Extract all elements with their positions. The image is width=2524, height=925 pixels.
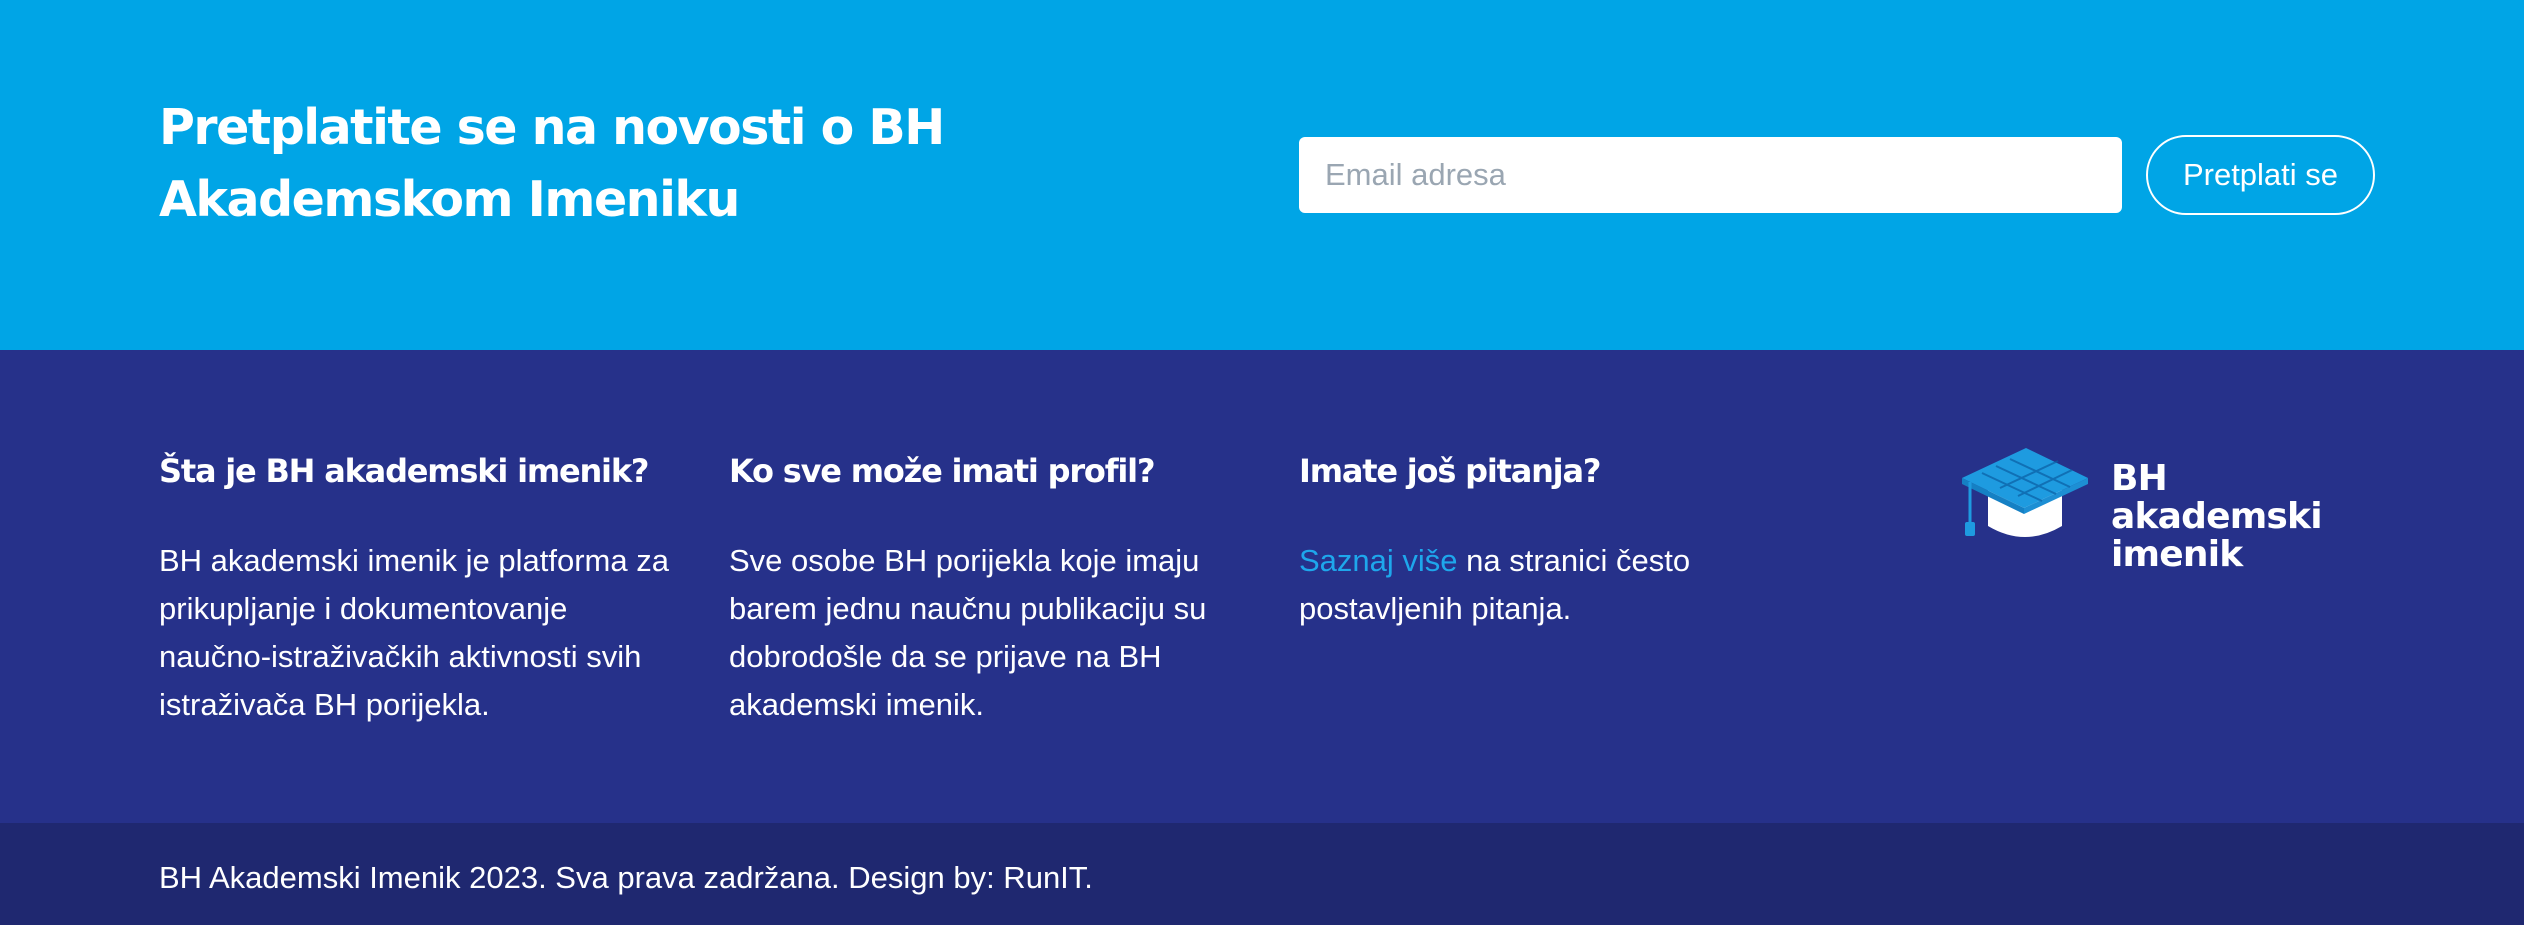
footer-text-questions: Saznaj više na stranici često postavljen… — [1299, 537, 1819, 633]
graduation-cap-icon — [1962, 448, 2088, 537]
faq-link[interactable]: Saznaj više — [1299, 543, 1458, 578]
footer-column-questions: Imate još pitanja? Saznaj više na strani… — [1299, 450, 1819, 633]
email-input[interactable] — [1299, 137, 2122, 213]
footer-column-about: Šta je BH akademski imenik? BH akademski… — [159, 450, 679, 729]
logo-text: BH akademski imenik — [2111, 460, 2380, 574]
footer-heading-profile: Ko sve može imati profil? — [729, 452, 1156, 490]
footer-text-profile: Sve osobe BH porijekla koje imaju barem … — [729, 543, 1207, 722]
footer-column-profile: Ko sve može imati profil? Sve osobe BH p… — [729, 450, 1249, 729]
footer-heading-about: Šta je BH akademski imenik? — [159, 452, 649, 490]
newsletter-title: Pretplatite se na novosti o BH Akademsko… — [159, 99, 945, 228]
logo-text-line2: imenik — [2111, 534, 2243, 575]
newsletter-section: Pretplatite se na novosti o BH Akademsko… — [0, 0, 2524, 350]
footer-heading-questions: Imate još pitanja? — [1299, 452, 1601, 490]
footer-logo[interactable]: BH akademski imenik — [1960, 444, 2380, 574]
subscribe-button[interactable]: Pretplati se — [2146, 135, 2375, 215]
logo-text-line1: BH akademski — [2111, 458, 2323, 537]
footer-text-about: BH akademski imenik je platforma za prik… — [159, 543, 669, 722]
copyright-text: BH Akademski Imenik 2023. Sva prava zadr… — [159, 860, 1093, 895]
